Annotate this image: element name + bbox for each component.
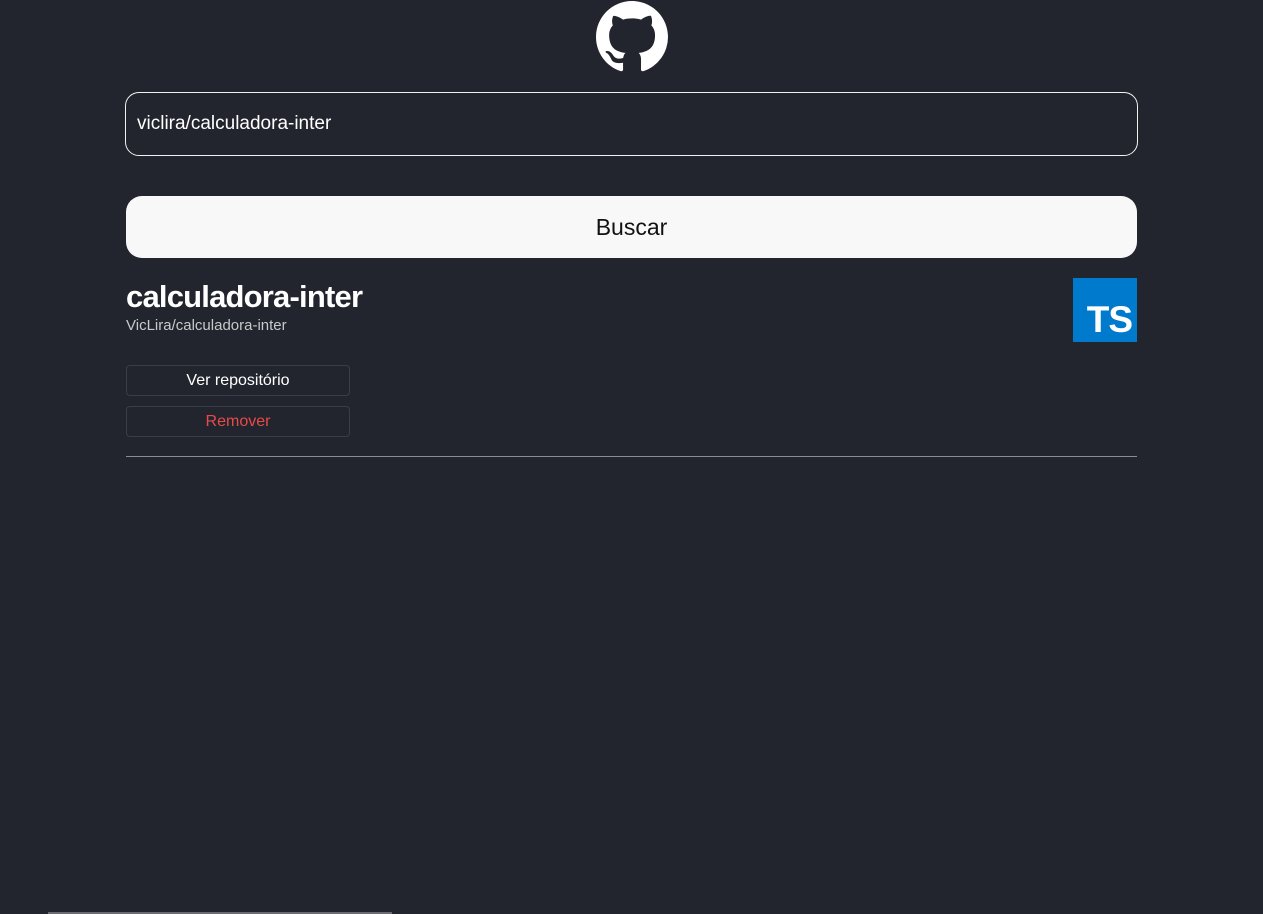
search-button[interactable]: Buscar — [126, 196, 1137, 258]
language-badge-label: TS — [1086, 299, 1133, 340]
remove-repository-button[interactable]: Remover — [126, 406, 350, 437]
page: Buscar calculadora-inter VicLira/calcula… — [0, 0, 1263, 914]
repository-card: calculadora-inter VicLira/calculadora-in… — [126, 278, 1137, 458]
repository-full-name: VicLira/calculadora-inter — [126, 317, 287, 334]
repository-name: calculadora-inter — [126, 279, 363, 314]
view-repository-button[interactable]: Ver repositório — [126, 365, 350, 396]
typescript-icon: TS — [1073, 278, 1137, 342]
github-icon — [596, 1, 668, 73]
repository-search-input[interactable] — [125, 92, 1138, 156]
divider — [126, 456, 1137, 457]
